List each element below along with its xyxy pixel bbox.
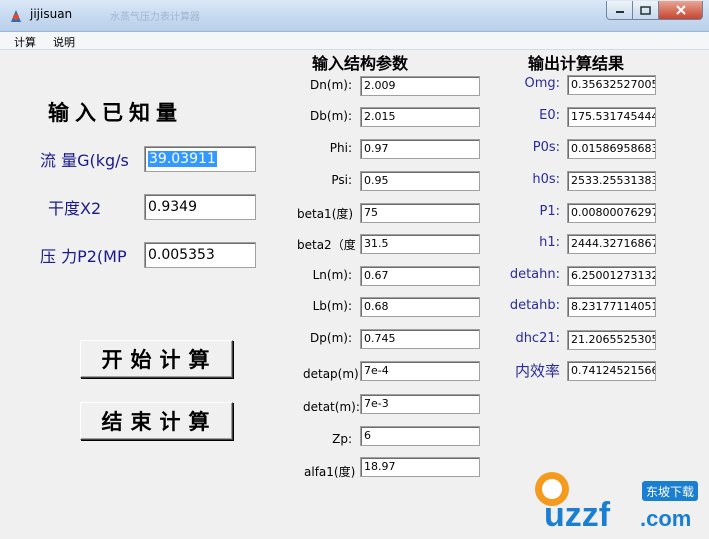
- structure-label: Db(m):: [310, 109, 352, 123]
- result-output[interactable]: 6.2500127313239: [567, 266, 656, 286]
- structure-input[interactable]: 0.95: [360, 171, 480, 191]
- result-output[interactable]: 0.0158695868390: [567, 139, 656, 159]
- maximize-button[interactable]: [633, 1, 659, 20]
- result-label: P1:: [539, 204, 561, 219]
- watermark-brand: uzzf: [544, 496, 611, 534]
- flow-label: 流 量G(kg/s: [40, 151, 129, 170]
- close-icon: [675, 5, 686, 15]
- known-section-title: 输入已知量: [48, 101, 183, 125]
- structure-section-title: 输入结构参数: [312, 54, 409, 73]
- structure-input[interactable]: 7e-3: [360, 394, 480, 414]
- structure-label: Ln(m):: [312, 268, 352, 282]
- result-output[interactable]: 0.0080007629783: [567, 203, 656, 223]
- structure-label: Dp(m):: [310, 331, 352, 345]
- results-section-title: 输出计算结果: [528, 54, 625, 73]
- structure-label: alfa1(度): [304, 465, 356, 479]
- window-ghost-title: 水蒸气压力表计算器: [110, 12, 200, 23]
- structure-input[interactable]: 2.015: [360, 107, 480, 127]
- structure-label: beta1(度): [297, 207, 354, 221]
- flow-value: 39.03911: [148, 151, 217, 167]
- pressure-input[interactable]: 0.005353: [144, 242, 256, 268]
- result-label: 内效率: [514, 362, 560, 380]
- start-calc-button[interactable]: 开始计算: [80, 340, 233, 378]
- structure-input[interactable]: 0.97: [360, 139, 480, 159]
- menu-item-compute[interactable]: 计算: [14, 34, 36, 50]
- result-label: P0s:: [532, 140, 560, 155]
- structure-input[interactable]: 0.745: [360, 329, 480, 349]
- uzzf-logo-icon: uzzf .com 东坡下载: [535, 472, 698, 534]
- flow-input[interactable]: 39.03911: [144, 146, 256, 172]
- result-output[interactable]: 0.3563252700586: [567, 75, 656, 95]
- pressure-label: 压 力P2(MP: [40, 247, 127, 266]
- structure-input[interactable]: 0.67: [360, 266, 480, 286]
- result-output[interactable]: 0.7412452156643: [567, 361, 656, 381]
- end-calc-button[interactable]: 结束计算: [80, 402, 233, 440]
- structure-input[interactable]: 7e-4: [360, 361, 480, 381]
- structure-label: Lb(m):: [312, 299, 352, 313]
- maximize-icon: [640, 5, 651, 15]
- result-label: h0s:: [532, 172, 560, 187]
- watermark-domain: .com: [640, 506, 691, 531]
- result-label: detahb:: [509, 298, 560, 313]
- result-output[interactable]: 8.2317711405107: [567, 297, 656, 317]
- minimize-button[interactable]: [606, 1, 633, 20]
- menu-item-help[interactable]: 说明: [53, 34, 75, 50]
- watermark-tag: 东坡下载: [646, 485, 694, 499]
- structure-input[interactable]: 6: [360, 426, 480, 446]
- structure-label: Phi:: [329, 141, 352, 155]
- structure-input[interactable]: 31.5: [360, 234, 480, 254]
- structure-label: detat(m):: [303, 400, 360, 414]
- uzzf-watermark: uzzf .com 东坡下载: [530, 471, 705, 539]
- structure-input[interactable]: 2.009: [360, 76, 480, 96]
- title-bar[interactable]: jijisuan 水蒸气压力表计算器: [0, 0, 709, 32]
- result-output[interactable]: 2533.255313833: [567, 171, 656, 191]
- structure-label: Zp:: [332, 432, 352, 446]
- result-output[interactable]: 21.206552530553: [567, 330, 656, 350]
- minimize-icon: [615, 11, 624, 13]
- result-label: Omg:: [524, 76, 560, 91]
- result-label: h1:: [539, 235, 560, 250]
- dryness-label: 干度X2: [48, 199, 102, 218]
- structure-label: beta2（度: [297, 238, 356, 252]
- result-label: detahn:: [509, 267, 560, 282]
- result-label: E0:: [539, 108, 560, 123]
- result-label: dhc21:: [515, 331, 560, 346]
- menu-bar: 计算 说明: [0, 32, 709, 50]
- result-output[interactable]: 2444.327168677: [567, 234, 656, 254]
- app-icon: [11, 10, 21, 22]
- window-title: jijisuan: [30, 7, 73, 21]
- structure-input[interactable]: 75: [360, 203, 480, 223]
- structure-label: detap(m):: [303, 367, 363, 381]
- dryness-input[interactable]: 0.9349: [144, 194, 256, 220]
- close-button[interactable]: [659, 1, 703, 20]
- structure-label: Dn(m):: [310, 78, 352, 92]
- structure-label: Psi:: [331, 173, 352, 187]
- client-area: 输入已知量 流 量G(kg/s 39.03911 干度X2 0.9349 压 力…: [0, 51, 709, 534]
- result-output[interactable]: 175.5317454445: [567, 107, 656, 127]
- structure-input[interactable]: 18.97: [360, 457, 480, 477]
- structure-input[interactable]: 0.68: [360, 297, 480, 317]
